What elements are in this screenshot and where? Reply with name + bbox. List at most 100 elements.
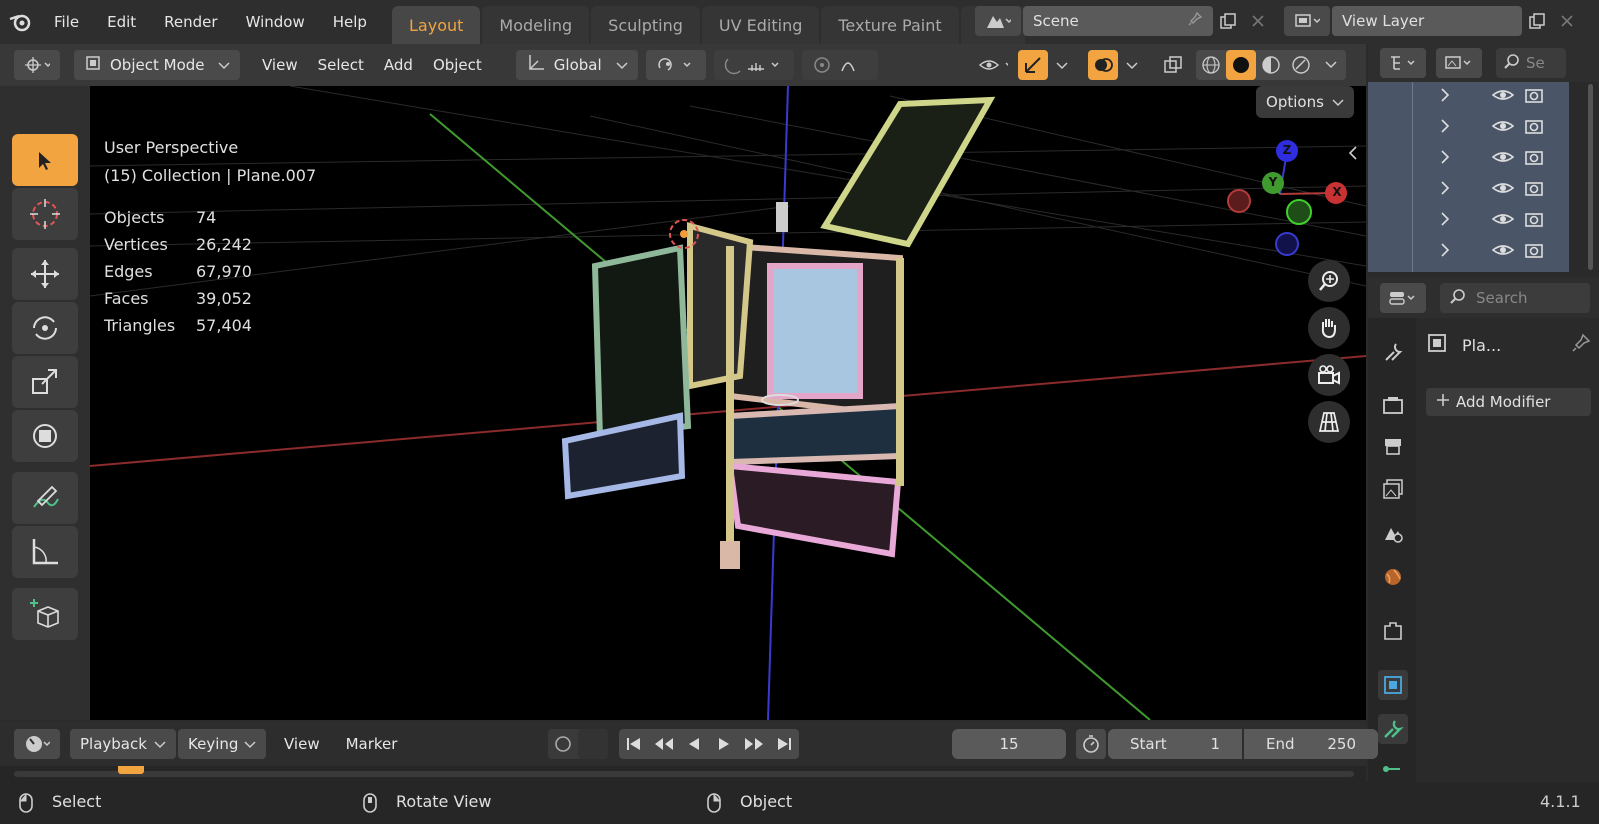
camera-icon[interactable]	[1524, 117, 1544, 139]
collection-properties-icon[interactable]	[1378, 616, 1408, 646]
timeline-scrollbar[interactable]	[14, 771, 1354, 777]
menu-window[interactable]: Window	[232, 0, 319, 44]
measure-tool[interactable]	[12, 526, 78, 578]
tab-modeling[interactable]: Modeling	[482, 6, 590, 44]
list-item[interactable]	[1368, 237, 1568, 267]
eye-icon[interactable]	[1491, 211, 1515, 231]
outliner-search-field[interactable]: Se	[1496, 48, 1566, 78]
output-properties-icon[interactable]	[1378, 432, 1408, 462]
scale-tool[interactable]	[12, 356, 78, 408]
timeline-menu-view[interactable]: View	[274, 729, 330, 759]
modifier-properties-wrench-icon[interactable]	[1378, 714, 1408, 744]
eye-icon[interactable]	[1491, 242, 1515, 262]
view-layer-name-field[interactable]: View Layer	[1332, 6, 1522, 36]
pin-icon[interactable]	[1187, 11, 1203, 31]
particles-properties-icon[interactable]	[1378, 758, 1408, 778]
menu-file[interactable]: File	[40, 0, 93, 44]
expand-chevron-icon[interactable]	[1440, 212, 1450, 230]
start-frame-field[interactable]: Start 1	[1108, 729, 1242, 759]
zoom-view-button[interactable]	[1308, 260, 1350, 302]
menu-render[interactable]: Render	[150, 0, 231, 44]
view-layer-browse-icon[interactable]	[1284, 6, 1330, 36]
tab-uv-editing[interactable]: UV Editing	[701, 6, 820, 44]
expand-chevron-icon[interactable]	[1440, 181, 1450, 199]
eye-icon[interactable]	[1491, 87, 1515, 107]
scene-name-field[interactable]: Scene	[1023, 6, 1213, 36]
object-name[interactable]: Pla...	[1462, 336, 1501, 355]
annotate-tool[interactable]	[12, 472, 78, 524]
add-cube-tool[interactable]	[12, 588, 78, 640]
solid-shading-icon[interactable]	[1225, 50, 1256, 80]
pivot-point-icon[interactable]	[645, 50, 706, 80]
timeline-menu-marker[interactable]: Marker	[336, 729, 408, 759]
delete-scene-icon[interactable]	[1243, 6, 1273, 36]
auto-key-options-icon[interactable]	[578, 729, 608, 759]
camera-icon[interactable]	[1524, 86, 1544, 108]
outliner-display-mode-icon[interactable]	[1436, 48, 1482, 78]
jump-to-end-icon[interactable]	[769, 729, 799, 759]
proportional-editing-icon[interactable]	[801, 50, 878, 80]
properties-editor-type-icon[interactable]	[1380, 283, 1426, 313]
eye-icon[interactable]	[1491, 149, 1515, 169]
expand-chevron-icon[interactable]	[1440, 119, 1450, 137]
end-frame-field[interactable]: End 250	[1244, 729, 1378, 759]
pin-icon[interactable]	[1571, 333, 1591, 357]
view-layer-properties-icon[interactable]	[1378, 474, 1408, 504]
playback-menu[interactable]: Playback	[70, 729, 176, 759]
select-box-tool[interactable]	[12, 134, 78, 186]
rotate-tool[interactable]	[12, 302, 78, 354]
jump-to-next-keyframe-icon[interactable]	[739, 729, 769, 759]
transform-tool[interactable]	[12, 410, 78, 462]
expand-chevron-icon[interactable]	[1440, 243, 1450, 261]
object-properties-icon[interactable]	[1378, 670, 1408, 700]
outliner-editor-type-icon[interactable]	[1380, 48, 1426, 78]
options-button[interactable]: Options	[1256, 86, 1354, 118]
jump-to-start-icon[interactable]	[619, 729, 649, 759]
timeline-ruler[interactable]	[0, 766, 1366, 782]
expand-chevron-icon[interactable]	[1440, 88, 1450, 106]
new-view-layer-icon[interactable]	[1522, 6, 1552, 36]
list-item[interactable]	[1368, 206, 1568, 236]
camera-icon[interactable]	[1524, 241, 1544, 263]
mode-selector[interactable]: Object Mode	[74, 50, 240, 80]
shading-options-chevron-icon[interactable]	[1316, 50, 1346, 80]
camera-icon[interactable]	[1524, 148, 1544, 170]
properties-search-field[interactable]: Search	[1440, 283, 1590, 313]
cursor-tool[interactable]	[12, 188, 78, 240]
timeline-editor-type-icon[interactable]	[14, 729, 60, 759]
eye-icon[interactable]	[1491, 118, 1515, 138]
scene-browse-icon[interactable]	[975, 6, 1021, 36]
tool-settings-icon[interactable]	[1378, 336, 1408, 366]
perspective-toggle-grid-icon[interactable]	[1308, 401, 1350, 443]
rendered-shading-icon[interactable]	[1286, 50, 1316, 80]
playhead[interactable]	[118, 766, 144, 774]
blender-logo-icon[interactable]	[0, 0, 40, 44]
xray-toggle-icon[interactable]	[1158, 50, 1188, 80]
move-tool[interactable]	[12, 248, 78, 300]
tab-texture-paint[interactable]: Texture Paint	[821, 6, 959, 44]
list-item[interactable]	[1368, 82, 1568, 112]
keying-menu[interactable]: Keying	[178, 729, 266, 759]
camera-icon[interactable]	[1524, 210, 1544, 232]
jump-to-previous-keyframe-icon[interactable]	[649, 729, 679, 759]
wireframe-shading-icon[interactable]	[1196, 50, 1226, 80]
play-reverse-icon[interactable]	[679, 729, 709, 759]
editor-type-icon[interactable]	[14, 50, 60, 80]
use-preview-range-stopwatch-icon[interactable]	[1076, 729, 1106, 759]
list-item[interactable]	[1368, 144, 1568, 174]
delete-view-layer-icon[interactable]	[1552, 6, 1582, 36]
camera-icon[interactable]	[1524, 179, 1544, 201]
menu-help[interactable]: Help	[319, 0, 381, 44]
world-properties-icon[interactable]	[1378, 562, 1408, 592]
pan-view-hand-icon[interactable]	[1308, 307, 1350, 349]
3d-viewport[interactable]: User Perspective (15) Collection | Plane…	[90, 86, 1366, 720]
add-modifier-button[interactable]: Add Modifier	[1426, 388, 1591, 416]
menu-object[interactable]: Object	[423, 50, 492, 80]
transform-orientation-selector[interactable]: Global	[515, 50, 638, 80]
new-scene-icon[interactable]	[1213, 6, 1243, 36]
menu-select[interactable]: Select	[308, 50, 374, 80]
gizmo-toggle[interactable]	[1017, 50, 1078, 80]
render-properties-icon[interactable]	[1378, 390, 1408, 420]
current-frame-field[interactable]: 15	[952, 729, 1066, 759]
tab-sculpting[interactable]: Sculpting	[591, 6, 700, 44]
